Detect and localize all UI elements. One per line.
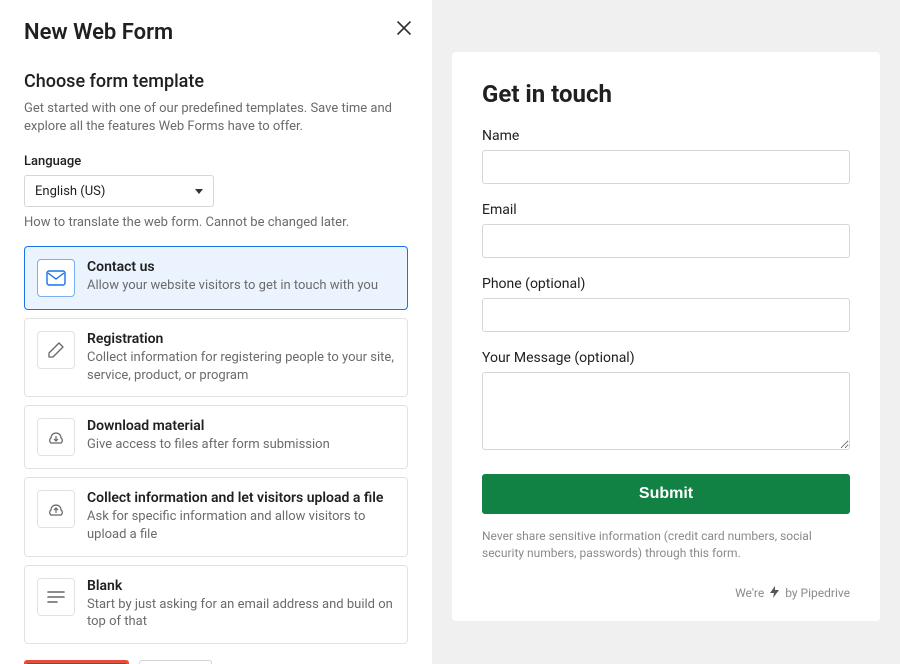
lines-icon: [37, 578, 75, 616]
template-option-upload[interactable]: Collect information and let visitors upl…: [24, 477, 408, 556]
template-title: Collect information and let visitors upl…: [87, 490, 395, 506]
template-title: Download material: [87, 418, 330, 434]
create-form-button[interactable]: Create form: [24, 660, 129, 664]
preview-panel: Get in touch Name Email Phone (optional)…: [432, 0, 900, 664]
preview-heading: Get in touch: [482, 80, 850, 108]
template-option-contact-us[interactable]: Contact us Allow your website visitors t…: [24, 246, 408, 310]
download-icon: [37, 418, 75, 456]
template-title: Registration: [87, 331, 395, 347]
submit-button[interactable]: Submit: [482, 474, 850, 514]
field-label-email: Email: [482, 202, 850, 218]
template-option-blank[interactable]: Blank Start by just asking for an email …: [24, 565, 408, 644]
bolt-icon: [770, 586, 779, 601]
choose-template-title: Choose form template: [24, 71, 408, 92]
close-icon: [397, 21, 411, 35]
language-select[interactable]: English (US): [24, 175, 214, 207]
template-desc: Allow your website visitors to get in to…: [87, 277, 378, 295]
template-title: Blank: [87, 578, 395, 594]
template-desc: Ask for specific information and allow v…: [87, 508, 395, 543]
pencil-icon: [37, 331, 75, 369]
name-input[interactable]: [482, 150, 850, 184]
template-title: Contact us: [87, 259, 378, 275]
sensitive-info-warning: Never share sensitive information (credi…: [482, 528, 850, 562]
upload-icon: [37, 490, 75, 528]
field-label-phone: Phone (optional): [482, 276, 850, 292]
powered-suffix: by Pipedrive: [785, 586, 850, 600]
choose-template-desc: Get started with one of our predefined t…: [24, 100, 408, 136]
template-option-registration[interactable]: Registration Collect information for reg…: [24, 318, 408, 397]
powered-prefix: We're: [735, 586, 764, 600]
language-value: English (US): [35, 184, 105, 199]
chevron-down-icon: [195, 189, 203, 194]
phone-input[interactable]: [482, 298, 850, 332]
template-chooser-panel: New Web Form Choose form template Get st…: [0, 0, 432, 664]
language-hint: How to translate the web form. Cannot be…: [24, 215, 408, 230]
modal-title: New Web Form: [24, 20, 408, 45]
field-label-message: Your Message (optional): [482, 350, 850, 366]
powered-by: We're by Pipedrive: [482, 586, 850, 601]
template-desc: Start by just asking for an email addres…: [87, 596, 395, 631]
mail-icon: [37, 259, 75, 297]
message-textarea[interactable]: [482, 372, 850, 450]
template-option-download[interactable]: Download material Give access to files a…: [24, 405, 408, 469]
action-bar: Create form Cancel: [24, 660, 408, 664]
template-desc: Give access to files after form submissi…: [87, 436, 330, 454]
language-label: Language: [24, 154, 408, 169]
field-label-name: Name: [482, 128, 850, 144]
email-input[interactable]: [482, 224, 850, 258]
form-preview-card: Get in touch Name Email Phone (optional)…: [452, 52, 880, 621]
close-button[interactable]: [394, 18, 414, 38]
cancel-button[interactable]: Cancel: [139, 660, 212, 664]
template-desc: Collect information for registering peop…: [87, 349, 395, 384]
